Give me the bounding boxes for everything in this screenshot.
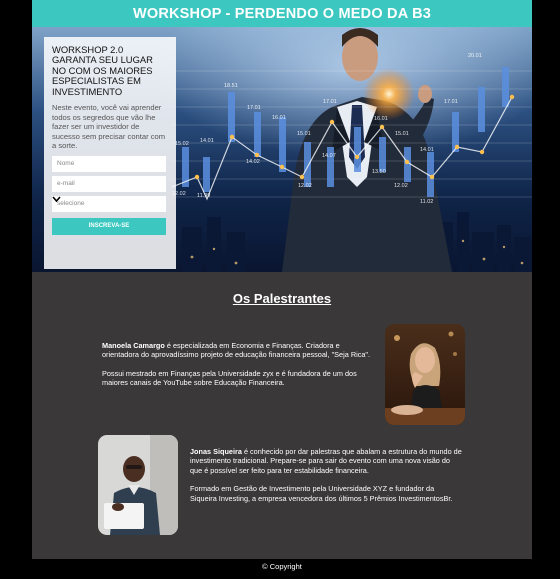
bio-paragraph: Manoela Camargo é especializada em Econo… xyxy=(102,341,374,360)
name-input[interactable]: Nome xyxy=(52,156,166,172)
chart-label: 15.01 xyxy=(395,131,409,137)
bio-paragraph: Possui mestrado em Finanças pela Univers… xyxy=(102,368,357,388)
chart-label: 17.01 xyxy=(444,99,458,105)
chart-label: 17.01 xyxy=(323,99,337,105)
chart-label: 15.02 xyxy=(175,141,189,147)
chevron-down-icon xyxy=(52,196,61,203)
chart-label: 17.01 xyxy=(247,105,261,111)
speakers-section: Os Palestrantes Manoela Camargo é especi… xyxy=(32,272,532,559)
chart-label: 13.50 xyxy=(372,169,386,175)
chart-label: 14.02 xyxy=(246,159,260,165)
speaker-bio-jonas: Jonas Siqueira é conhecido por dar pales… xyxy=(190,447,462,503)
signup-form: WORKSHOP 2.0 GARANTA SEU LUGAR NO COM OS… xyxy=(44,37,176,269)
chart-label: 14.01 xyxy=(200,138,214,144)
chart-label: 16.01 xyxy=(374,116,388,122)
speaker-name: Manoela Camargo xyxy=(102,341,165,350)
chart-label: 20.01 xyxy=(468,53,482,59)
chart-label: 11.99 xyxy=(197,193,210,199)
signup-button[interactable]: INSCREVA-SE xyxy=(52,218,166,235)
chart-label: 16.01 xyxy=(272,115,286,121)
chart-label: 14.01 xyxy=(420,147,434,153)
bio-paragraph: Jonas Siqueira é conhecido por dar pales… xyxy=(190,447,462,475)
form-title-line: INVESTIMENTO xyxy=(52,85,123,97)
hero-banner: 15.02 14.01 18.51 17.01 16.01 15.01 14.0… xyxy=(32,27,532,272)
speaker-photo-manoela xyxy=(385,324,465,425)
form-description: Neste evento, você vai aprender todos os… xyxy=(52,103,166,151)
email-input[interactable]: e-mail xyxy=(52,176,166,192)
footer-copyright: © Copyright xyxy=(262,562,302,571)
option-select[interactable]: selecione xyxy=(52,196,166,212)
chart-label: 12.02 xyxy=(394,183,408,189)
chart-label: 12.02 xyxy=(298,183,312,189)
speaker-name: Jonas Siqueira xyxy=(190,447,242,456)
bio-paragraph: Formado em Gestão de Investimento pela U… xyxy=(190,484,453,503)
page-title: WORKSHOP - PERDENDO O MEDO DA B3 xyxy=(32,0,532,27)
speaker-photo-jonas xyxy=(98,435,178,535)
page: WORKSHOP - PERDENDO O MEDO DA B3 15.02 1… xyxy=(32,0,532,579)
select-value: selecione xyxy=(57,200,85,207)
chart-label: 18.51 xyxy=(224,83,238,89)
chart-label: 15.01 xyxy=(297,131,311,137)
form-title: WORKSHOP 2.0 GARANTA SEU LUGAR NO COM OS… xyxy=(52,44,168,97)
speakers-heading: Os Palestrantes xyxy=(232,291,332,306)
chart-label: 11.02 xyxy=(420,199,433,205)
speaker-bio-manoela: Manoela Camargo é especializada em Econo… xyxy=(102,341,374,388)
chart-label: 14.07 xyxy=(322,153,336,159)
